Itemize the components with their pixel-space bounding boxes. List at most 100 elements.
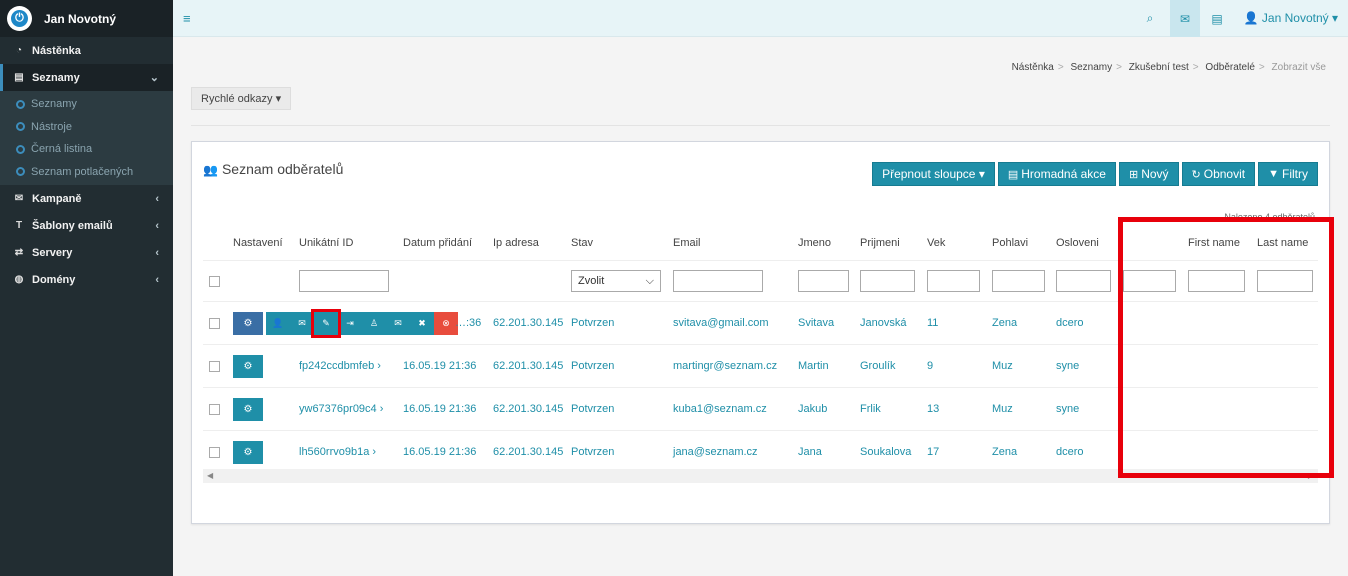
ip-cell: 62.201.30.145 [493,360,564,372]
caret-down-icon: ▾ [275,93,282,105]
sidebar-item-dashboard[interactable]: ◔ Nástěnka [0,37,173,64]
search-icon[interactable]: ⌕ [1135,0,1165,37]
age-cell: 13 [927,403,940,415]
sidebar-item-templates[interactable]: T Šablony emailů ‹ [0,212,173,239]
select-all-checkbox[interactable] [209,275,220,287]
hamburger-icon[interactable]: ≡ [183,11,191,26]
bulk-action-button[interactable]: ▤ Hromadná akce [997,162,1116,186]
col-header[interactable]: Vek [927,225,945,260]
user-icon[interactable]: 👤 [266,312,290,335]
breadcrumb-item[interactable]: Odběratelé [1205,62,1254,73]
sidebar-item-servers[interactable]: ⇄ Servery ‹ [0,239,173,266]
col-header[interactable]: Jmeno [798,225,831,260]
col-header[interactable]: Datum přidání [403,225,472,260]
salutation-cell: syne [1056,360,1080,372]
chevron-left-icon: ‹ [155,246,159,259]
col-header[interactable]: Pohlavi [992,225,1028,260]
subitem-lists[interactable]: Seznamy [0,93,173,116]
filter-cell [860,261,915,301]
chevron-down-icon: ⌄ [149,72,159,84]
uid-cell[interactable]: lh560rrvo9b1a › [299,431,376,473]
col-header[interactable]: Ip adresa [493,225,539,260]
sidebar-item-label: Seznamy [32,71,80,84]
filter-uid-input[interactable] [299,270,389,292]
envelope-icon[interactable]: ✉ [1170,0,1200,37]
firstname-cell: Jana [798,446,822,458]
row-checkbox-cell [209,345,220,387]
col-header[interactable]: Stav [571,225,593,260]
sidebar-item-lists[interactable]: ▤ Seznamy ⌄ [0,64,173,91]
quick-links-button[interactable]: Rychlé odkazy ▾ [191,87,292,110]
subitem-suppressed[interactable]: Seznam potlačených [0,161,173,184]
breadcrumb-item[interactable]: Seznamy [1070,62,1112,73]
filter-vek-input[interactable] [927,270,980,292]
email-cell: martingr@seznam.cz [673,360,778,372]
toggle-columns-button[interactable]: Přepnout sloupce ▾ [872,162,995,186]
state-cell: Potvrzen [571,446,615,458]
subitem-label: Seznamy [31,98,77,111]
filter-prijmeni-input[interactable] [860,270,915,292]
filter-state-select[interactable]: Zvolit ⌵ [571,270,661,292]
filter-cell [299,261,389,301]
uid-cell[interactable]: yw67376pr09c4 › [299,388,383,430]
filter-cell [927,261,980,301]
lastname-cell: Groulík [860,360,896,372]
subitem-tools[interactable]: Nástroje [0,116,173,139]
uid-cell[interactable]: fp242ccdbmfeb › [299,345,381,387]
gear-icon[interactable]: ⚙ [233,440,263,464]
sidebar-item-campaigns[interactable]: ✉ Kampaně ‹ [0,185,173,212]
firstname-cell: Jakub [798,403,828,415]
col-header[interactable]: Nastavení [233,225,283,260]
col-header[interactable]: Osloveni [1056,225,1099,260]
refresh-icon: ↻ [1191,168,1201,181]
sign-out-icon[interactable]: ⇥ [338,312,362,335]
row-checkbox[interactable] [209,360,220,372]
table-icon: ▤ [1007,168,1019,181]
select-all-cell [209,261,220,301]
col-header[interactable]: Prijmeni [860,225,900,260]
filter-cell [798,261,849,301]
sidebar-item-domains[interactable]: ◍ Domény ‹ [0,266,173,293]
topbar: ≡ ⌕ ✉ ▤ 👤 Jan Novotný ▾ [173,0,1348,37]
settings-cell: ⚙ [233,345,263,387]
row-checkbox[interactable] [209,446,220,458]
gender-cell: Zena [992,446,1018,458]
col-header[interactable]: Email [673,225,701,260]
envelope-icon[interactable]: ✉ [290,312,314,335]
breadcrumb-item[interactable]: Zkušební test [1129,62,1189,73]
subitem-blacklist[interactable]: Černá listina [0,138,173,161]
breadcrumb-item[interactable]: Nástěnka [1012,62,1054,73]
email-cell: kuba1@seznam.cz [673,403,767,415]
gear-icon[interactable]: ⚙ [233,311,263,335]
new-button[interactable]: ⊞ Nový [1118,162,1179,186]
toolbar: Přepnout sloupce ▾ ▤ Hromadná akce ⊞ Nový … [872,162,1318,186]
user-menu[interactable]: 👤 Jan Novotný ▾ [1244,11,1338,25]
filter-pohlavi-input[interactable] [992,270,1045,292]
brand: ⏻ Jan Novotný [0,0,173,37]
user-stamp-icon[interactable]: ♙ [362,312,386,335]
sidebar-item-label: Nástěnka [32,44,81,57]
button-label: Nový [1141,167,1169,181]
salutation-cell: syne [1056,403,1080,415]
edit-icon[interactable]: ✎ [311,309,341,338]
date-cell: 16.05.19 21:36 [403,360,477,372]
gear-icon[interactable]: ⚙ [233,354,263,378]
gear-icon[interactable]: ⚙ [233,397,263,421]
brand-user-name: Jan Novotný [44,11,117,26]
filter-email-input[interactable] [673,270,763,292]
scroll-left-icon[interactable]: ◀ [207,471,213,480]
lastname-cell: Frlik [860,403,881,415]
refresh-button[interactable]: ↻ Obnovit [1181,162,1256,186]
col-header[interactable]: Unikátní ID [299,225,353,260]
row-checkbox[interactable] [209,317,220,329]
row-checkbox-cell [209,431,220,473]
card-icon[interactable]: ▤ [1202,0,1232,37]
filter-jmeno-input[interactable] [798,270,849,292]
filter-osloveni-input[interactable] [1056,270,1111,292]
envelope-open-icon[interactable]: ✉ [386,312,410,335]
row-checkbox[interactable] [209,403,220,415]
state-cell: Potvrzen [571,403,615,415]
close-icon[interactable]: ✖ [410,312,434,335]
gender-cell: Muz [992,403,1013,415]
filters-button[interactable]: ▼ Filtry [1258,162,1318,186]
